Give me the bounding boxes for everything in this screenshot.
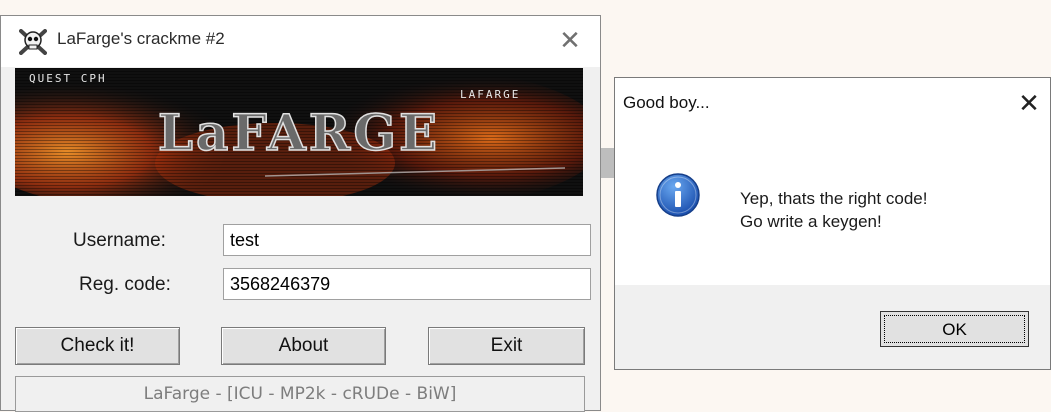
regcode-label: Reg. code: [79, 274, 171, 295]
username-label: Username: [73, 230, 166, 251]
title-bar: LaFarge's crackme #2 ✕ [1, 16, 600, 67]
background-strip-middle [601, 148, 614, 178]
exit-button[interactable]: Exit [428, 327, 585, 365]
message-title: Good boy... [623, 93, 710, 112]
skull-icon [19, 29, 47, 55]
about-button[interactable]: About [221, 327, 386, 365]
banner-logo: LaFARGE [158, 103, 440, 162]
message-line-1: Yep, thats the right code! [740, 189, 928, 208]
message-line-2: Go write a keygen! [740, 212, 882, 231]
banner-small-right: LAFARGE [460, 88, 520, 101]
regcode-field[interactable]: 3568246379 [223, 268, 591, 300]
banner-image: QUEST CPH LAFARGE LaFARGE [15, 68, 583, 196]
message-body: Yep, thats the right code! Go write a ke… [615, 130, 1050, 285]
info-icon [655, 172, 701, 218]
username-field[interactable]: test [223, 224, 591, 256]
ok-button[interactable]: OK [880, 311, 1029, 347]
check-it-button[interactable]: Check it! [15, 327, 180, 365]
close-icon[interactable]: ✕ [552, 24, 588, 58]
message-box: Good boy... ✕ Yep, thats the right code!… [614, 77, 1051, 370]
window-title: LaFarge's crackme #2 [57, 29, 225, 48]
banner-small-left: QUEST CPH [29, 72, 107, 85]
message-title-bar: Good boy... ✕ [615, 78, 1050, 130]
close-icon[interactable]: ✕ [1011, 86, 1047, 122]
status-bar: LaFarge - [ICU - MP2k - cRUDe - BiW] [15, 376, 585, 412]
ok-button-label: OK [884, 315, 1025, 343]
crackme-window: LaFarge's crackme #2 ✕ QUEST CPH LAFARGE… [0, 15, 601, 412]
